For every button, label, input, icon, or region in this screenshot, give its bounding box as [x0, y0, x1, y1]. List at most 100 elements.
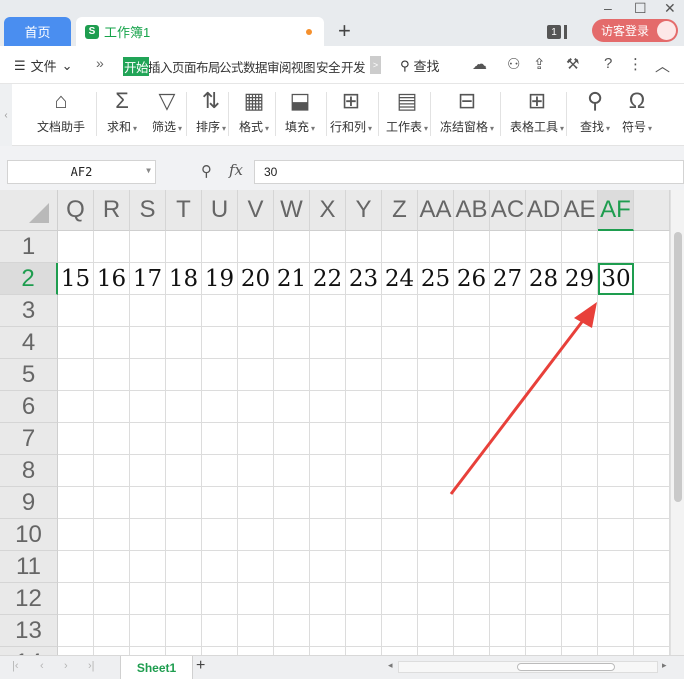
grid-cell[interactable]	[310, 487, 346, 519]
grid-cell[interactable]	[58, 327, 94, 359]
grid-cell[interactable]	[310, 327, 346, 359]
tabs-overflow-button[interactable]: >	[370, 56, 381, 74]
grid-cell[interactable]	[598, 327, 634, 359]
scroll-left-icon[interactable]: ◂	[388, 660, 393, 671]
grid-cell[interactable]	[454, 615, 490, 647]
grid-cell[interactable]	[274, 519, 310, 551]
add-sheet-button[interactable]: +	[196, 657, 205, 675]
grid-cell[interactable]	[94, 423, 130, 455]
grid-cell[interactable]	[526, 519, 562, 551]
grid-cell[interactable]	[454, 327, 490, 359]
tab-developer[interactable]: 开发	[341, 57, 366, 76]
first-sheet-icon[interactable]: |‹	[12, 660, 19, 672]
grid-cell[interactable]: 19	[202, 263, 238, 295]
grid-cell[interactable]	[634, 551, 670, 583]
grid-cell[interactable]	[526, 295, 562, 327]
grid-cell[interactable]	[166, 519, 202, 551]
grid-cell[interactable]	[526, 359, 562, 391]
grid-cell[interactable]	[346, 615, 382, 647]
last-sheet-icon[interactable]: ›|	[88, 660, 95, 672]
grid-cell[interactable]	[526, 615, 562, 647]
grid-cell[interactable]	[562, 295, 598, 327]
grid-cell[interactable]	[454, 487, 490, 519]
grid-cell[interactable]	[310, 391, 346, 423]
grid-cell[interactable]	[634, 647, 670, 655]
grid-cell[interactable]	[382, 583, 418, 615]
grid-cell[interactable]: 26	[454, 263, 490, 295]
ribbon-button-8[interactable]: ⊟ 冻结窗格 ▾	[440, 88, 494, 135]
grid-cell[interactable]	[166, 423, 202, 455]
grid-cell[interactable]	[598, 295, 634, 327]
grid-cell[interactable]	[166, 455, 202, 487]
grid-cell[interactable]	[598, 455, 634, 487]
grid-cell[interactable]	[238, 615, 274, 647]
cloud-icon[interactable]: ☁	[472, 55, 487, 73]
grid-cell[interactable]	[634, 263, 670, 295]
grid-cell[interactable]	[238, 391, 274, 423]
column-header-x[interactable]: X	[310, 190, 346, 231]
grid-cell[interactable]	[202, 647, 238, 655]
select-all-corner[interactable]	[0, 190, 58, 231]
grid-cell[interactable]	[130, 423, 166, 455]
grid-cell[interactable]	[346, 583, 382, 615]
grid-cell[interactable]	[274, 231, 310, 263]
ribbon-button-9[interactable]: ⊞ 表格工具 ▾	[510, 88, 564, 135]
tab-home-ribbon[interactable]: 开始	[123, 57, 150, 76]
grid-cell[interactable]	[238, 647, 274, 655]
grid-cell[interactable]	[418, 551, 454, 583]
grid-cell[interactable]	[526, 423, 562, 455]
ribbon-button-11[interactable]: Ω 符号 ▾	[622, 88, 652, 135]
grid-cell[interactable]	[166, 391, 202, 423]
grid-cell[interactable]	[166, 295, 202, 327]
ribbon-button-5[interactable]: ⬓ 填充 ▾	[285, 88, 315, 135]
row-header-1[interactable]: 1	[0, 231, 58, 263]
grid-cell[interactable]: 15	[58, 263, 94, 295]
grid-cell[interactable]	[634, 327, 670, 359]
grid-cell[interactable]	[526, 551, 562, 583]
grid-cell[interactable]	[382, 327, 418, 359]
grid-cell[interactable]	[58, 487, 94, 519]
grid-cell[interactable]	[238, 455, 274, 487]
grid-cell[interactable]	[634, 583, 670, 615]
grid-cell[interactable]	[526, 391, 562, 423]
file-menu[interactable]: ☰ 文件 ⌄	[14, 56, 73, 75]
grid-cell[interactable]	[130, 455, 166, 487]
collapse-ribbon-button[interactable]: ︿	[655, 55, 670, 76]
grid-cell[interactable]	[310, 423, 346, 455]
grid-cell[interactable]	[418, 583, 454, 615]
grid-cell[interactable]	[526, 327, 562, 359]
grid-cell[interactable]	[598, 487, 634, 519]
grid-cell[interactable]	[526, 231, 562, 263]
grid-cell[interactable]	[454, 391, 490, 423]
grid-cell[interactable]	[490, 583, 526, 615]
grid-cell[interactable]	[490, 519, 526, 551]
grid-cell[interactable]	[454, 455, 490, 487]
new-tab-button[interactable]: +	[338, 20, 351, 42]
column-header-ac[interactable]: AC	[490, 190, 526, 231]
column-header-w[interactable]: W	[274, 190, 310, 231]
selected-cell[interactable]: 30	[598, 263, 634, 295]
grid-cell[interactable]	[562, 327, 598, 359]
grid-cell[interactable]	[274, 295, 310, 327]
grid-cell[interactable]	[202, 519, 238, 551]
grid-cell[interactable]: 23	[346, 263, 382, 295]
grid-cell[interactable]	[58, 519, 94, 551]
grid-cell[interactable]	[382, 455, 418, 487]
grid-cell[interactable]: 22	[310, 263, 346, 295]
column-header-z[interactable]: Z	[382, 190, 418, 231]
grid-cell[interactable]	[454, 583, 490, 615]
zoom-icon[interactable]: ⚲	[201, 162, 212, 180]
row-header-13[interactable]: 13	[0, 615, 58, 647]
search-button[interactable]: ⚲ 查找	[400, 56, 440, 75]
ribbon-button-7[interactable]: ▤ 工作表 ▾	[386, 88, 428, 135]
grid-cell[interactable]	[526, 583, 562, 615]
grid-cell[interactable]	[490, 391, 526, 423]
tab-page-layout[interactable]: 页面布局	[172, 57, 221, 76]
grid-cell[interactable]: 17	[130, 263, 166, 295]
scroll-right-icon[interactable]: ▸	[662, 660, 667, 671]
grid-cell[interactable]	[130, 551, 166, 583]
grid-cell[interactable]	[58, 391, 94, 423]
grid-cell[interactable]	[562, 551, 598, 583]
grid-cell[interactable]	[58, 615, 94, 647]
grid-cell[interactable]	[274, 359, 310, 391]
